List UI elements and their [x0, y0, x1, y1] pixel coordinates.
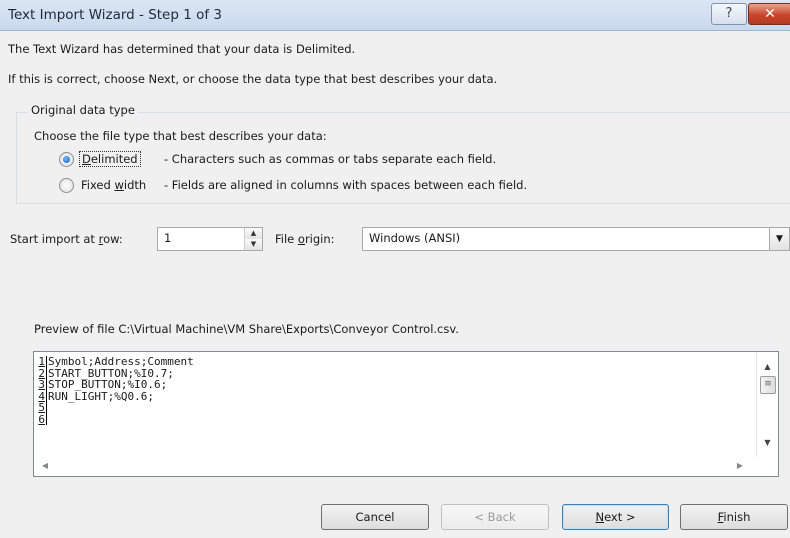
file-type-prompt: Choose the file type that best describes…	[34, 129, 327, 143]
delimited-radio[interactable]	[59, 152, 74, 167]
window-title: Text Import Wizard - Step 1 of 3	[8, 7, 222, 23]
cancel-button[interactable]: Cancel	[321, 504, 429, 530]
scroll-thumb[interactable]: ≡	[760, 376, 776, 394]
fixed-width-radio[interactable]	[59, 178, 74, 193]
intro-text-1: The Text Wizard has determined that your…	[8, 42, 356, 56]
preview-row: 6	[34, 413, 754, 425]
next-button[interactable]: Next >	[562, 504, 669, 530]
finish-button[interactable]: Finish	[680, 504, 788, 530]
preview-row: 3 STOP_BUTTON;%I0.6;	[34, 379, 754, 391]
file-origin-value: Windows (ANSI)	[369, 231, 461, 245]
dropdown-arrow-icon[interactable]: ▼	[769, 228, 789, 250]
preview-row: 5	[34, 402, 754, 414]
title-bar: Text Import Wizard - Step 1 of 3 ? ✕	[0, 0, 790, 31]
scroll-right-icon[interactable]: ▶	[732, 459, 748, 473]
scroll-down-icon[interactable]: ▼	[757, 434, 778, 451]
start-row-value[interactable]: 1	[164, 231, 171, 245]
preview-label: Preview of file C:\Virtual Machine\VM Sh…	[34, 322, 459, 336]
radio-selected-dot	[63, 156, 70, 163]
text-import-wizard-dialog: Text Import Wizard - Step 1 of 3 ? ✕ The…	[0, 0, 790, 538]
preview-vertical-scrollbar[interactable]: ▲ ≡ ▼	[756, 352, 778, 457]
help-button[interactable]: ?	[711, 3, 747, 25]
preview-horizontal-scrollbar[interactable]: ◀ ▶	[34, 457, 756, 475]
stepper-down-icon[interactable]: ▼	[245, 239, 262, 250]
fixed-width-label[interactable]: Fixed width	[81, 178, 146, 192]
intro-text-2: If this is correct, choose Next, or choo…	[8, 72, 498, 86]
scroll-left-icon[interactable]: ◀	[37, 459, 53, 473]
delimited-label[interactable]: Delimited	[79, 151, 141, 167]
start-row-label: Start import at row:	[10, 232, 123, 246]
fixed-width-description: - Fields are aligned in columns with spa…	[164, 178, 528, 192]
preview-row: 1 Symbol;Address;Comment	[34, 356, 754, 368]
stepper-buttons: ▲ ▼	[244, 228, 262, 250]
file-origin-select[interactable]: Windows (ANSI) ▼	[362, 227, 790, 251]
back-button[interactable]: < Back	[441, 504, 549, 530]
delimited-description: - Characters such as commas or tabs sepa…	[164, 152, 497, 166]
group-legend: Original data type	[28, 103, 138, 117]
start-row-stepper[interactable]: 1 ▲ ▼	[157, 227, 263, 251]
close-button[interactable]: ✕	[748, 3, 790, 25]
preview-lines: 1 Symbol;Address;Comment 2 START_BUTTON;%I…	[34, 356, 754, 425]
preview-pane[interactable]: 1 Symbol;Address;Comment 2 START_BUTTON;%I…	[33, 351, 779, 477]
preview-row: 4 RUN_LIGHT;%Q0.6;	[34, 390, 754, 402]
file-origin-label: File origin:	[275, 232, 335, 246]
scroll-up-icon[interactable]: ▲	[757, 358, 778, 375]
